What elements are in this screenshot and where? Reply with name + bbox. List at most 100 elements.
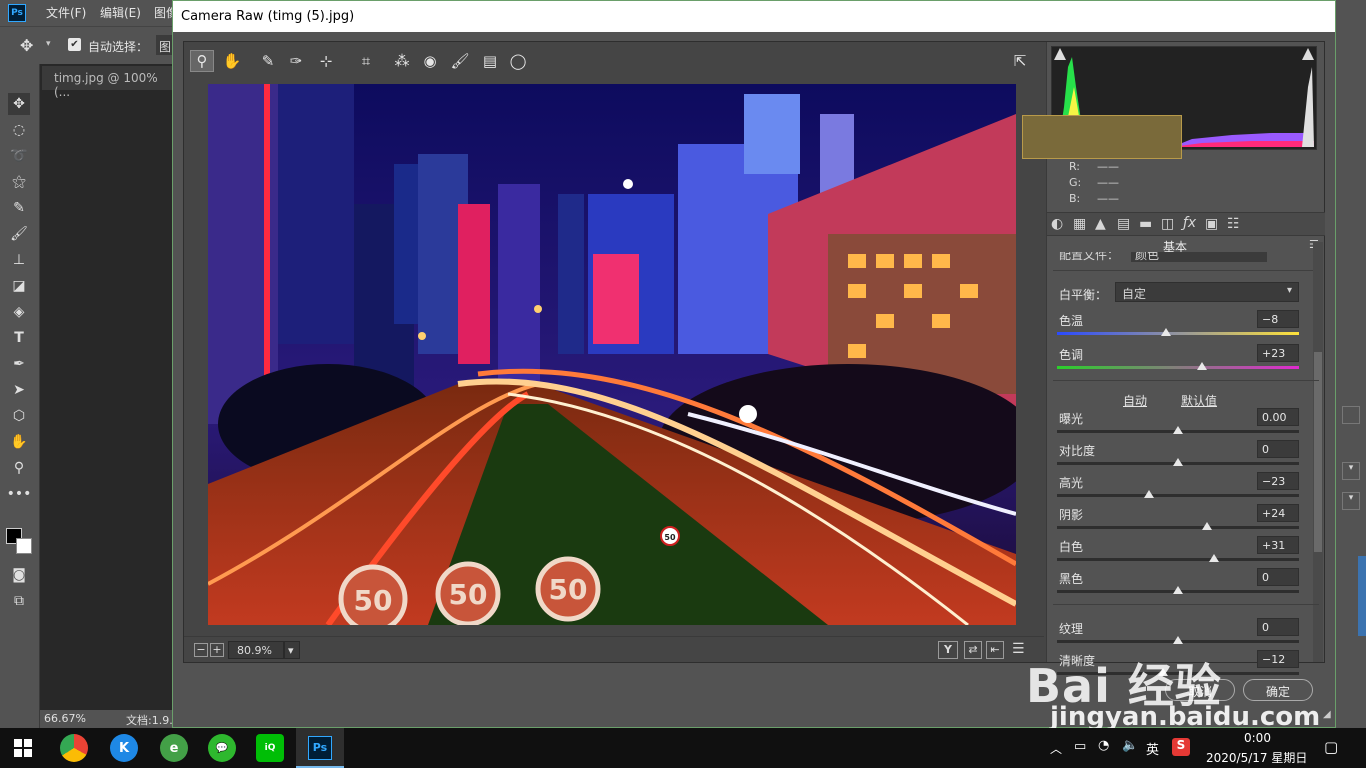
sogou-ime-icon[interactable]: S: [1172, 738, 1190, 756]
crop-tool-icon[interactable]: ⌗: [354, 50, 378, 72]
menu-edit[interactable]: 编辑(E): [100, 4, 141, 21]
chevron-down-icon[interactable]: ▾: [284, 641, 300, 659]
slider-value-input[interactable]: 0: [1257, 440, 1299, 458]
slider-thumb[interactable]: [1173, 586, 1183, 594]
spot-removal-icon[interactable]: ⁂: [390, 50, 414, 72]
split-toning-tab-icon[interactable]: ▬: [1139, 216, 1152, 232]
auto-button[interactable]: 自动: [1123, 392, 1147, 409]
zoom-tool-icon[interactable]: ⚲: [8, 457, 30, 479]
basic-tab-icon[interactable]: ◐: [1051, 216, 1063, 232]
photoshop-taskbar-item[interactable]: Ps: [296, 728, 344, 768]
slider-value-input[interactable]: 0.00: [1257, 408, 1299, 426]
eraser-icon[interactable]: ◪: [8, 275, 30, 297]
eyedropper-icon[interactable]: ✎: [8, 197, 30, 219]
battery-icon[interactable]: ▭: [1074, 739, 1086, 754]
notification-center-icon[interactable]: ▢: [1324, 738, 1338, 756]
slider-track[interactable]: [1057, 558, 1299, 561]
before-after-toggle-icon[interactable]: Y: [938, 641, 958, 659]
screen-mode-icon[interactable]: ⧉: [8, 590, 30, 612]
scrollbar-thumb[interactable]: [1358, 556, 1366, 636]
move-tool-icon[interactable]: ✥: [8, 93, 30, 115]
document-tab[interactable]: timg.jpg @ 100%(...: [42, 66, 174, 99]
slider-thumb[interactable]: [1197, 362, 1208, 370]
menu-file[interactable]: 文件(F): [46, 4, 86, 21]
lens-tab-icon[interactable]: ◫: [1161, 216, 1174, 232]
slider-track[interactable]: [1057, 366, 1299, 369]
path-select-icon[interactable]: ➤: [8, 379, 30, 401]
slider-value-input[interactable]: +24: [1257, 504, 1299, 522]
browser-e-icon[interactable]: e: [160, 734, 188, 762]
resize-grip-icon[interactable]: ◢: [1323, 709, 1331, 720]
windows-start-icon[interactable]: [14, 739, 32, 757]
ok-button[interactable]: 确定: [1243, 679, 1313, 701]
slider-track[interactable]: [1057, 526, 1299, 529]
hand-tool-icon[interactable]: ✋: [220, 50, 244, 72]
chevron-down-icon[interactable]: ▾: [1342, 462, 1360, 480]
slider-thumb[interactable]: [1143, 490, 1154, 498]
detail-tab-icon[interactable]: ▲: [1095, 216, 1106, 232]
slider-value-input[interactable]: +31: [1257, 536, 1299, 554]
hsl-tab-icon[interactable]: ▤: [1117, 216, 1130, 232]
presets-tab-icon[interactable]: ☷: [1227, 216, 1240, 232]
wifi-icon[interactable]: ◔: [1098, 738, 1109, 753]
slider-value-input[interactable]: −8: [1257, 310, 1299, 328]
profile-select[interactable]: 颜色: [1131, 252, 1267, 262]
red-eye-icon[interactable]: ◉: [418, 50, 442, 72]
panel-scrollbar[interactable]: [1313, 242, 1323, 662]
adjustment-brush-icon[interactable]: 🖌: [448, 50, 472, 72]
slider-value-input[interactable]: +23: [1257, 344, 1299, 362]
slider-thumb[interactable]: [1160, 328, 1171, 336]
auto-select-checkbox[interactable]: ✔: [68, 38, 81, 51]
tone-curve-tab-icon[interactable]: ▦: [1073, 216, 1086, 232]
zoom-in-button[interactable]: +: [210, 643, 224, 657]
slider-value-input[interactable]: 0: [1257, 568, 1299, 586]
zoom-level[interactable]: 66.67%: [44, 712, 86, 725]
scrollbar-thumb[interactable]: [1314, 352, 1322, 552]
slider-thumb[interactable]: [1173, 458, 1183, 466]
targeted-adjust-icon[interactable]: ⊹: [314, 50, 338, 72]
paint-bucket-icon[interactable]: ◈: [8, 301, 30, 323]
panel-toggle-icon[interactable]: [1342, 406, 1360, 424]
white-balance-icon[interactable]: ✎: [256, 50, 280, 72]
chevron-down-icon[interactable]: ▾: [1342, 492, 1360, 510]
chrome-icon[interactable]: [60, 734, 88, 762]
preview-preferences-icon[interactable]: ☰: [1012, 641, 1025, 657]
radial-filter-icon[interactable]: ◯: [506, 50, 530, 72]
clock-date[interactable]: 2020/5/17 星期日: [1206, 749, 1307, 766]
lasso-tool-icon[interactable]: ➰: [8, 145, 30, 167]
slider-thumb[interactable]: [1173, 636, 1183, 644]
photoshop-logo-icon[interactable]: Ps: [8, 4, 26, 22]
zoom-tool-icon[interactable]: ⚲: [190, 50, 214, 72]
slider-value-input[interactable]: −12: [1257, 650, 1299, 668]
wechat-icon[interactable]: 💬: [208, 734, 236, 762]
more-tools-icon[interactable]: •••: [7, 483, 32, 505]
slider-thumb[interactable]: [1209, 554, 1220, 562]
slider-thumb[interactable]: [1173, 426, 1183, 434]
swap-settings-icon[interactable]: ⇄: [964, 641, 982, 659]
copy-settings-icon[interactable]: ⇤: [986, 641, 1004, 659]
white-balance-select[interactable]: 自定 ▾: [1115, 282, 1299, 302]
slider-value-input[interactable]: 0: [1257, 618, 1299, 636]
default-button[interactable]: 默认值: [1181, 392, 1217, 409]
magic-wand-icon[interactable]: ⚝: [8, 171, 30, 193]
marquee-tool-icon[interactable]: ◌: [8, 119, 30, 141]
calibration-tab-icon[interactable]: ▣: [1205, 216, 1218, 232]
color-sampler-icon[interactable]: ✑: [284, 50, 308, 72]
stamp-icon[interactable]: ⊥: [8, 249, 30, 271]
iqiyi-icon[interactable]: iQ: [256, 734, 284, 762]
k-app-icon[interactable]: K: [110, 734, 138, 762]
slider-value-input[interactable]: −23: [1257, 472, 1299, 490]
pen-tool-icon[interactable]: ✒: [8, 353, 30, 375]
effects-tab-icon[interactable]: ƒx: [1183, 215, 1196, 231]
brush-icon[interactable]: 🖌: [8, 223, 30, 245]
chevron-down-icon[interactable]: ▾: [46, 39, 51, 49]
hand-tool-icon[interactable]: ✋: [8, 431, 30, 453]
background-color-swatch[interactable]: [16, 538, 32, 554]
open-preferences-icon[interactable]: ⇱: [1008, 50, 1032, 72]
slider-track[interactable]: [1057, 494, 1299, 497]
slider-track[interactable]: [1057, 332, 1299, 335]
type-tool-icon[interactable]: T: [8, 327, 30, 349]
graduated-filter-icon[interactable]: ▤: [478, 50, 502, 72]
shape-tool-icon[interactable]: ⬡: [8, 405, 30, 427]
move-tool-icon[interactable]: ✥: [20, 36, 33, 55]
